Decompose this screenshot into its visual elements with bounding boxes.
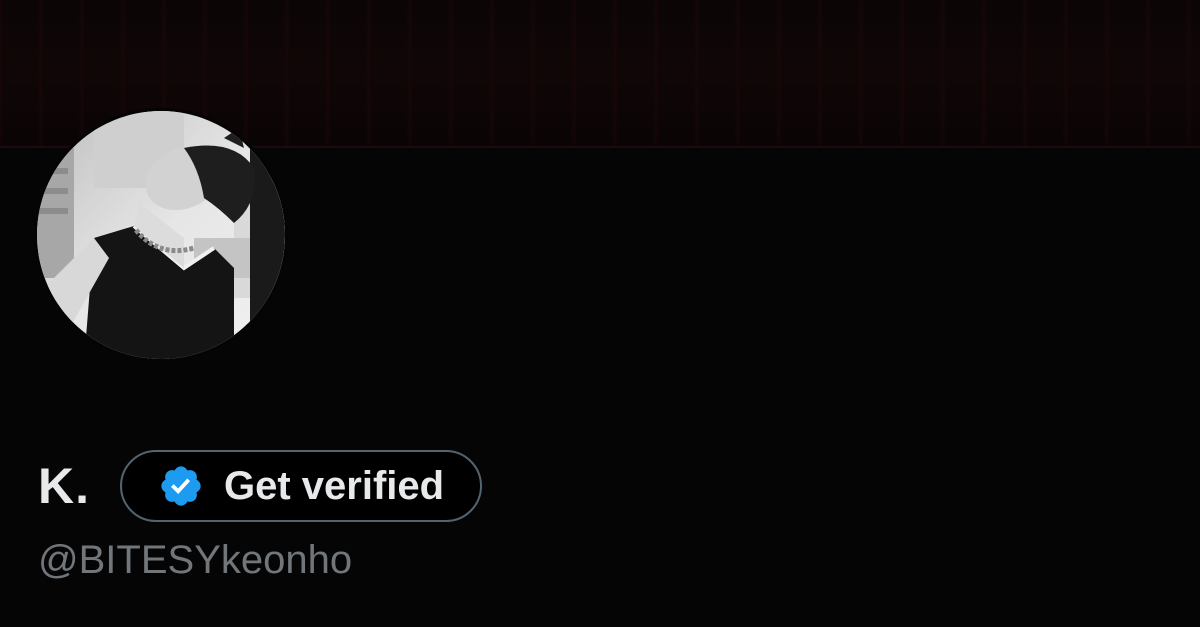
avatar-image [35,109,287,361]
verified-badge-icon [158,463,204,509]
display-name: K. [38,458,90,514]
user-handle: @BITESYkeonho [38,538,353,582]
avatar[interactable] [34,108,288,362]
get-verified-button[interactable]: Get verified [120,450,483,522]
get-verified-label: Get verified [224,463,445,508]
name-row: K. Get verified [38,448,483,524]
